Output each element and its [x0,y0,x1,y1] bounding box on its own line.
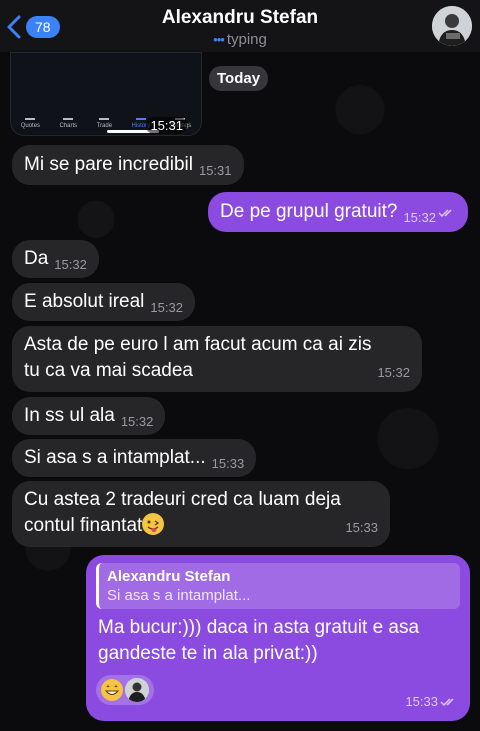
message-text-line: Ma bucur:))) daca in asta gratuit e asa [98,617,420,638]
incoming-message[interactable]: E absolut ireal 15:32 [12,283,195,321]
incoming-message[interactable]: Mi se pare incredibil 15:31 [12,145,244,185]
reactor-avatar [125,678,149,702]
chevron-left-icon [7,15,21,39]
message-time: 15:33 [405,694,438,709]
clock-icon [135,112,146,120]
screenshot-image-message[interactable]: Quotes Charts Trade History Settings 15:… [10,52,202,136]
incoming-message[interactable]: In ss ul ala 15:32 [12,397,166,435]
message-text-line: contul finantat [24,515,143,536]
incoming-message[interactable]: Si asa s a intamplat... 15:33 [12,439,257,477]
reply-author: Alexandru Stefan [107,568,231,585]
message-text: De pe grupul gratuit? [220,201,398,222]
message-text-line: Cu astea 2 tradeuri cred ca luam deja [24,489,341,510]
message-time: 15:32 [150,300,183,315]
message-text-line: gandeste te in ala privat:)) [98,643,318,664]
screenshot-tab-quotes: Quotes [21,112,40,129]
incoming-message[interactable]: Cu astea 2 tradeuri cred ca luam deja co… [12,481,390,547]
grinning-emoji [101,679,123,701]
read-checkmarks-icon [440,698,454,707]
date-separator: Today [209,66,269,91]
message-time: 15:32 [54,257,87,272]
message-time: 15:33 [211,456,245,471]
message-text-line: Asta de pe euro l am facut acum ca ai zi… [24,334,372,355]
face-with-tongue-emoji [142,513,165,535]
chat-title: Alexandru Stefan [161,7,319,28]
incoming-message[interactable]: Da 15:32 [12,240,99,278]
typing-status: typing [226,31,267,48]
message-text: E absolut ireal [24,291,145,312]
screenshot-tab-trade: Trade [97,112,112,129]
reply-text: Si asa s a intamplat... [107,587,251,604]
person-avatar-icon [432,6,472,46]
trend-icon [99,112,110,120]
message-text: Mi se pare incredibil [24,154,193,175]
message-text: Da [24,248,49,269]
read-checkmarks-icon [438,209,452,218]
chat-title-area[interactable]: Alexandru Stefan ••• typing [120,7,360,48]
outgoing-message[interactable]: De pe grupul gratuit? 15:32 [208,192,468,232]
message-time: 15:32 [377,365,410,380]
incoming-message[interactable]: Asta de pe euro l am facut acum ca ai zi… [12,326,422,392]
message-time: 15:31 [146,117,187,134]
message-text: Si asa s a intamplat... [24,447,206,468]
reply-quote[interactable]: Alexandru Stefan Si asa s a intamplat... [96,563,460,609]
message-time: 15:33 [345,520,378,535]
chat-status: ••• typing [120,31,360,48]
bars-icon [63,112,74,120]
message-time-with-ticks: 15:33 [405,689,458,715]
contact-avatar[interactable] [432,6,472,46]
message-text: In ss ul ala [24,405,115,426]
arrows-icon [25,112,36,120]
message-time: 15:32 [120,414,154,429]
message-time: 15:31 [198,163,232,178]
reaction-pill[interactable] [96,675,154,705]
back-button[interactable]: 78 [6,13,60,41]
chat-header: 78 Alexandru Stefan ••• typing [0,0,480,52]
outgoing-reply-message[interactable]: Alexandru Stefan Si asa s a intamplat...… [86,555,470,721]
message-text-line: tu ca va mai scadea [24,360,193,381]
message-time: 15:32 [403,210,436,225]
typing-dots-icon: ••• [213,32,225,47]
screenshot-tab-charts: Charts [59,112,77,129]
unread-count-badge: 78 [26,16,60,38]
